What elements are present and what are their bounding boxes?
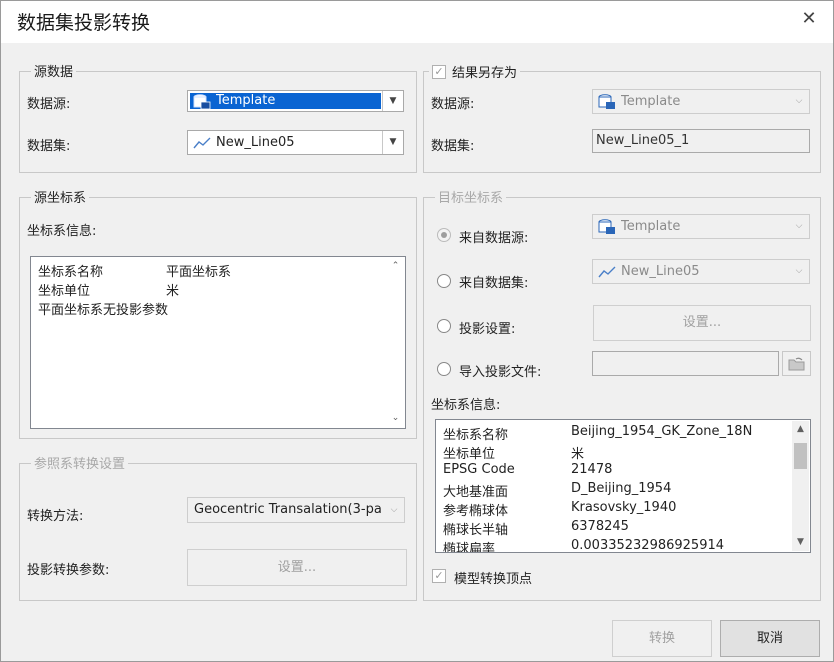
info-value: 0.00335232986925914 (571, 538, 725, 553)
transform-method-label: 转换方法: (27, 509, 84, 524)
from-dataset-label: 来自数据集: (459, 276, 529, 291)
datasource-icon (598, 219, 615, 234)
scrollbar[interactable]: ⌃ ⌄ (387, 258, 404, 427)
chevron-down-icon[interactable]: ⌵ (789, 90, 809, 113)
open-folder-button[interactable] (782, 351, 811, 376)
source-dataset-value: New_Line05 (216, 135, 295, 150)
info-value: 6378245 (571, 519, 629, 534)
source-coord-info-box[interactable]: 坐标系名称 平面坐标系 坐标单位 米 平面坐标系无投影参数 ⌃ ⌄ (30, 256, 406, 429)
info-value: Beijing_1954_GK_Zone_18N (571, 424, 753, 439)
cancel-button[interactable]: 取消 (720, 620, 820, 657)
model-convert-label: 模型转换顶点 (454, 572, 533, 587)
target-coord-info-label: 坐标系信息: (431, 398, 501, 413)
chevron-down-icon[interactable]: ▼ (382, 131, 403, 154)
from-dataset-radio[interactable] (437, 274, 451, 288)
title-bar: 数据集投影转换 ✕ (1, 1, 833, 43)
save-as-checkbox-label: 结果另存为 (452, 66, 518, 81)
projection-settings-button[interactable]: 设置... (593, 305, 811, 341)
line-dataset-icon (193, 137, 211, 149)
projection-settings-label: 投影设置: (459, 322, 516, 337)
info-key: 坐标单位 (443, 447, 496, 462)
target-dataset-label: 数据集: (431, 139, 475, 154)
transform-params-label: 投影转换参数: (27, 563, 110, 578)
source-datasource-label: 数据源: (27, 97, 71, 112)
target-coord-info-box[interactable]: 坐标系名称 Beijing_1954_GK_Zone_18N 坐标单位 米 EP… (435, 419, 811, 553)
from-dataset-value: New_Line05 (621, 264, 700, 279)
transform-params-button[interactable]: 设置... (187, 549, 407, 586)
folder-icon (788, 357, 804, 371)
save-as-checkbox[interactable]: ✓ (432, 64, 446, 79)
target-datasource-value: Template (621, 94, 681, 109)
from-datasource-combo[interactable]: Template ⌵ (592, 214, 810, 239)
source-datasource-combo[interactable]: Template ▼ (187, 90, 404, 112)
info-value: 21478 (571, 462, 613, 477)
transform-method-value: Geocentric Transalation(3-para (194, 502, 382, 517)
info-value: 平面坐标系 (166, 265, 232, 280)
model-convert-checkbox[interactable]: ✓ (432, 569, 446, 583)
from-datasource-value: Template (621, 219, 681, 234)
from-datasource-label: 来自数据源: (459, 231, 529, 246)
from-datasource-radio[interactable] (437, 228, 451, 242)
chevron-down-icon[interactable]: ⌵ (384, 498, 404, 522)
source-datasource-value: Template (216, 93, 276, 108)
dataset-projection-dialog: 数据集投影转换 ✕ 源数据 数据源: Template ▼ 数据集: New_L… (0, 0, 834, 662)
datasource-icon (598, 94, 615, 109)
source-data-legend: 源数据 (31, 61, 77, 80)
target-coord-legend: 目标坐标系 (435, 187, 507, 206)
line-dataset-icon (598, 266, 616, 278)
convert-button[interactable]: 转换 (612, 620, 712, 657)
scrollbar[interactable]: ▲ ▼ (792, 421, 809, 551)
info-key: 椭球长半轴 (443, 523, 509, 538)
scroll-up-icon[interactable]: ⌃ (387, 258, 404, 275)
ref-transform-legend: 参照系转换设置 (31, 453, 129, 472)
target-dataset-field[interactable]: New_Line05_1 (592, 129, 810, 153)
chevron-down-icon[interactable]: ⌵ (789, 260, 809, 283)
save-as-group (423, 71, 821, 173)
info-value: 米 (571, 447, 585, 462)
import-projection-label: 导入投影文件: (459, 365, 542, 380)
source-data-group (19, 71, 417, 173)
chevron-down-icon[interactable]: ⌵ (789, 215, 809, 238)
info-key: 平面坐标系无投影参数 (38, 303, 169, 318)
info-key: 椭球扁率 (443, 542, 496, 553)
target-datasource-combo[interactable]: Template ⌵ (592, 89, 810, 114)
info-value: 米 (166, 284, 180, 299)
info-key: EPSG Code (443, 462, 515, 477)
scroll-up-icon[interactable]: ▲ (792, 421, 809, 438)
import-projection-field[interactable] (592, 351, 779, 376)
source-coord-legend: 源坐标系 (31, 187, 90, 206)
source-dataset-combo[interactable]: New_Line05 ▼ (187, 130, 404, 155)
transform-method-combo[interactable]: Geocentric Transalation(3-para ⌵ (187, 497, 405, 523)
from-dataset-combo[interactable]: New_Line05 ⌵ (592, 259, 810, 284)
info-key: 坐标系名称 (443, 428, 509, 443)
close-icon[interactable]: ✕ (797, 7, 821, 31)
scroll-thumb[interactable] (794, 443, 807, 469)
info-value: Krasovsky_1940 (571, 500, 677, 515)
info-key: 大地基准面 (443, 485, 509, 500)
source-coord-info-label: 坐标系信息: (27, 224, 97, 239)
info-key: 坐标单位 (38, 284, 91, 299)
info-key: 坐标系名称 (38, 265, 104, 280)
chevron-down-icon[interactable]: ▼ (382, 91, 403, 111)
target-datasource-label: 数据源: (431, 97, 475, 112)
scroll-down-icon[interactable]: ⌄ (387, 410, 404, 427)
dialog-title: 数据集投影转换 (17, 12, 151, 34)
info-value: D_Beijing_1954 (571, 481, 672, 496)
scroll-down-icon[interactable]: ▼ (792, 534, 809, 551)
datasource-icon (193, 94, 211, 110)
info-key: 参考椭球体 (443, 504, 509, 519)
projection-settings-radio[interactable] (437, 319, 451, 333)
import-projection-radio[interactable] (437, 362, 451, 376)
source-dataset-label: 数据集: (27, 139, 71, 154)
save-as-legend: ✓ 结果另存为 (429, 62, 521, 81)
